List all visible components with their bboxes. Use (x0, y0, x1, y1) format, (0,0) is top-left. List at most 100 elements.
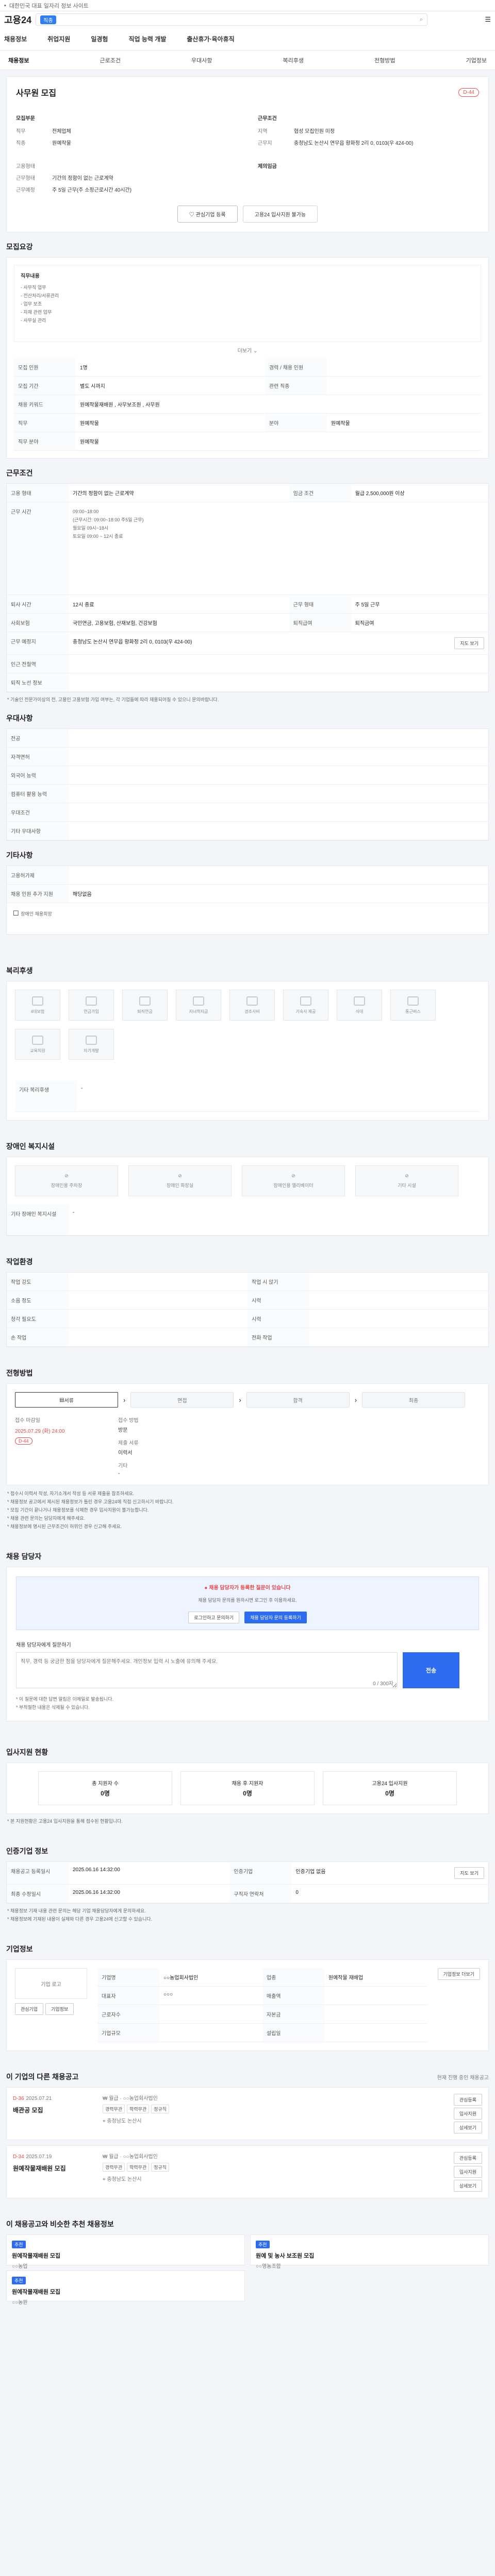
job-card[interactable]: D-36 2025.07.21 배관공 모집 ₩ 월급 · ○○농업회사법인 경력… (6, 2087, 489, 2140)
job-dday: D-36 (13, 2096, 24, 2102)
job-apply-button[interactable]: 입사지원 (453, 2166, 482, 2178)
conditions-table: 고용 형태 기간의 정함이 없는 근로계약 임금 조건 월급 2,500,000원 이… (7, 484, 488, 692)
welfare-card: 4대보험 연금가입 퇴직연금 자녀학자금 경조사비 기숙사 제공 식대 통근버스… (6, 981, 489, 1121)
jobdesc-line: - 사무실 관리 (21, 318, 46, 323)
rec-card[interactable]: 추천원예작물재배원 모집 ○○농업 (6, 2234, 245, 2269)
nav-item-training[interactable]: 직업 능력 개발 (128, 35, 166, 43)
rec-badge: 추천 (256, 2241, 270, 2248)
job-date: 2025.07.21 (26, 2096, 52, 2102)
job-apply-button[interactable]: 입사지원 (453, 2108, 482, 2120)
row-value (326, 376, 481, 395)
interest-company-button[interactable]: ♡ 관심기업 등록 (177, 206, 238, 223)
inquiry-warning: ● 채용 담당자가 등록한 질문이 있습니다 채용 담당자 문의를 원하시면 로… (16, 1577, 479, 1630)
process-info: 접수 마감일 2025.07.29 (화) 24:00 D-44 접수 방법 방… (7, 1416, 488, 1485)
chevron-down-icon[interactable]: ⌄ (252, 348, 257, 354)
kv-key: 지역 (258, 129, 268, 134)
menu-icon[interactable]: ☰ (485, 15, 491, 24)
send-button[interactable]: 전송 (403, 1652, 459, 1688)
kv-key: 근무지 (258, 141, 272, 146)
job-interest-button[interactable]: 관심등록 (453, 2094, 482, 2106)
row-key: 경력 / 채용 인원 (265, 358, 327, 377)
map-button[interactable]: 지도 보기 (454, 637, 484, 649)
docs-label: 제출 서류 (118, 1440, 139, 1446)
tab-recruit[interactable]: 채용정보 (8, 56, 29, 64)
meal-icon (354, 996, 365, 1006)
welfare-label: 경조사비 (244, 1009, 260, 1014)
company-table: 기업명 ○○농업회사법인 업종 원예작물 재배업 대표자 ○○○ 매출액 근로자수 자본금 … (97, 1968, 427, 2042)
row-key: 채용공고 등록일시 (7, 1862, 69, 1885)
nav-item-leave[interactable]: 출산휴가·육아휴직 (187, 35, 234, 43)
top-banner: ▪ 대한민국 대표 일자리 정보 사이트 (0, 0, 495, 11)
warning-title: ● 채용 담당자가 등록한 질문이 있습니다 (23, 1583, 472, 1591)
info-notes: * 채용정보 기재 내용 관련 문의는 해당 기업 채용담당자에게 문의하세요.… (7, 1907, 488, 1923)
retirement-icon (139, 996, 151, 1006)
search-box[interactable]: 직종 ⌕ (36, 13, 428, 26)
welfare-grid: 4대보험 연금가입 퇴직연금 자녀학자금 경조사비 기숙사 제공 식대 통근버스… (15, 990, 480, 1060)
company-more-button[interactable]: 기업정보 더보기 (437, 1968, 480, 1980)
row-key: 고용 형태 (7, 484, 69, 502)
apply-button[interactable]: 고용24 입사지원 불가능 (242, 206, 318, 223)
row-value (69, 1309, 248, 1328)
welfare-item: 경조사비 (229, 990, 275, 1021)
rec-title[interactable]: 원예작물재배원 모집 (12, 2251, 239, 2260)
rec-company: ○○농업 (12, 2264, 28, 2269)
banner-text: 대한민국 대표 일자리 정보 사이트 (9, 3, 89, 9)
row-key: 직무 (14, 413, 76, 432)
tab-process[interactable]: 전형방법 (374, 56, 395, 64)
site-logo[interactable]: 고용24 (4, 13, 31, 26)
job-title[interactable]: 배관공 모집 (13, 2106, 95, 2114)
rec-title[interactable]: 원예 및 농사 보조원 모집 (256, 2251, 483, 2260)
job-interest-button[interactable]: 관심등록 (453, 2152, 482, 2164)
nav-item-jobs[interactable]: 채용정보 (4, 35, 27, 43)
note-line: * 접수시 이력서 작성, 자기소개서 작성 등 서류 제출을 참조하세요. (7, 1491, 135, 1496)
job-title[interactable]: 원예작물재배원 모집 (13, 2164, 95, 2173)
table-row: 사회보험 국민연금, 고용보험, 산재보험, 건강보험 퇴직급여 퇴직금여 (7, 613, 488, 632)
row-value: 2025.06.16 14:32:00 (69, 1862, 230, 1885)
dday-badge: D-44 (458, 88, 479, 97)
rec-badge: 추천 (12, 2241, 26, 2248)
facility-item: ⊘ 장애인용 주차장 (15, 1165, 118, 1196)
extra-value: - (118, 1471, 120, 1477)
table-row: 채용공고 등록일시 2025.06.16 14:32:00 인증기업 인증기업 없음 지… (7, 1862, 488, 1885)
kv-value: 주 5일 근무(주 소정근로시간 40시간) (52, 188, 132, 193)
row-key: 채용 인원 추가 지원 (7, 884, 69, 903)
table-row: 소음 정도 시력 (7, 1291, 488, 1310)
rec-title[interactable]: 원예작물재배원 모집 (12, 2287, 239, 2296)
company-interest-button[interactable]: 관심기업 (15, 2003, 44, 2015)
company-info-button[interactable]: 기업정보 (45, 2003, 74, 2015)
tab-company[interactable]: 기업정보 (466, 56, 487, 64)
rec-card[interactable]: 추천 원예작물재배원 모집 ○○농원 (6, 2270, 245, 2306)
note-line: * 채용정보 공고에서 제시된 채용정보가 틀린 경우 고용24에 직접 신고하… (7, 1499, 174, 1504)
more-button[interactable]: 더보기 (238, 348, 252, 354)
table-row: 컴퓨터 활용 능력 (7, 784, 488, 803)
search-category-chip[interactable]: 직종 (40, 15, 56, 24)
table-row: 모집 인원 1명 경력 / 채용 인원 (14, 358, 481, 377)
status-label: 고용24 입사지원 (372, 1781, 408, 1787)
job-detail-button[interactable]: 상세보기 (453, 2180, 482, 2192)
nav-item-experience[interactable]: 일경험 (91, 35, 108, 43)
document-icon: ▤ (59, 1397, 64, 1403)
question-textarea[interactable] (16, 1652, 398, 1688)
question-row: 0 / 300자 전송 (16, 1652, 479, 1690)
job-detail-button[interactable]: 상세보기 (453, 2122, 482, 2133)
rec-card[interactable]: 추천 원예 및 농사 보조원 모집 ○○영농조합 (250, 2234, 489, 2269)
worktime-line: (근무시간: 09:00~18:00 주5일 근무) (73, 517, 144, 522)
tab-preference[interactable]: 우대사항 (191, 56, 212, 64)
conditions-card: 고용 형태 기간의 정함이 없는 근로계약 임금 조건 월급 2,500,000원 이… (6, 483, 489, 692)
row-key: 기타 우대사항 (7, 821, 69, 840)
info-map-button[interactable]: 지도 보기 (454, 1867, 484, 1879)
login-inquiry-button[interactable]: 로그인하고 문의하기 (188, 1612, 240, 1623)
note-line: * 이 질문에 대한 답변 알림은 이메일로 발송됩니다. (16, 1697, 114, 1702)
welfare-item: 기숙사 제공 (283, 990, 328, 1021)
welfare-label: 자기개발 (84, 1048, 99, 1053)
tab-conditions[interactable]: 근로조건 (100, 56, 121, 64)
table-row: 청각 필요도 시력 (7, 1309, 488, 1328)
tab-welfare[interactable]: 복리후생 (283, 56, 304, 64)
question-label: 채용 담당자에게 질문하기 (16, 1642, 71, 1648)
table-row: 기업명 ○○농업회사법인 업종 원예작물 재배업 (97, 1968, 427, 1987)
register-inquiry-button[interactable]: 채용 담당자 문의 등록하기 (244, 1612, 307, 1623)
job-card[interactable]: D-34 2025.07.19 원예작물재배원 모집 ₩ 월급 · ○○농업회사법… (6, 2145, 489, 2198)
search-icon[interactable]: ⌕ (420, 16, 423, 23)
table-row: 채용 키워드 원예작물재배원 , 사무보조원 , 사무원 (14, 395, 481, 414)
nav-item-support[interactable]: 취업지원 (47, 35, 70, 43)
